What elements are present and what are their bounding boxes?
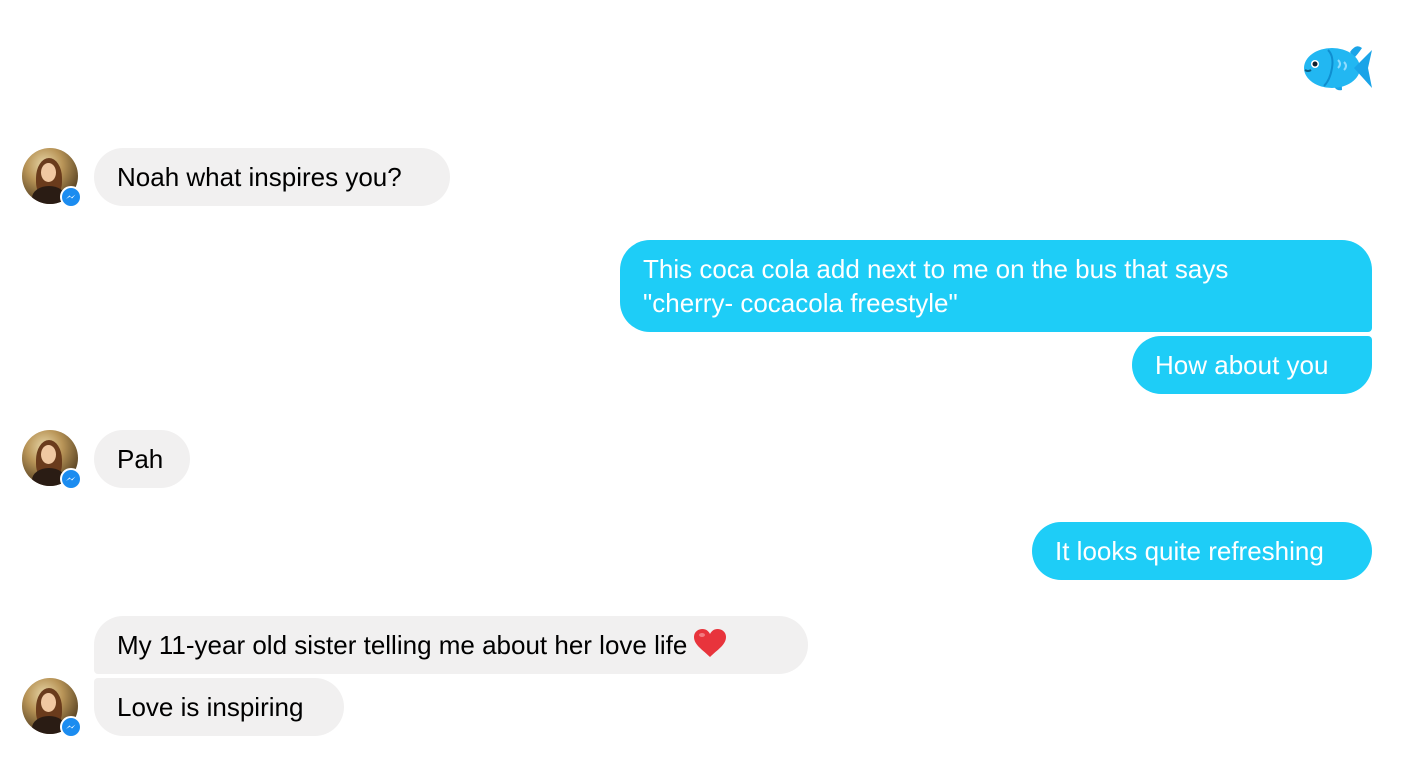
messenger-badge-icon <box>60 468 82 490</box>
message-bubble-incoming[interactable]: Pah <box>94 430 190 488</box>
messenger-badge-icon <box>60 716 82 738</box>
message-bubble-outgoing[interactable]: How about you <box>1132 336 1372 394</box>
fish-emoji-icon <box>1304 46 1372 91</box>
message-bubble-outgoing[interactable]: This coca cola add next to me on the bus… <box>620 240 1372 332</box>
message-bubble-incoming[interactable]: Noah what inspires you? <box>94 148 450 206</box>
message-text: My 11-year old sister telling me about h… <box>117 630 688 660</box>
messenger-badge-icon <box>60 186 82 208</box>
message-bubble-incoming[interactable]: My 11-year old sister telling me about h… <box>94 616 808 674</box>
message-bubble-outgoing[interactable]: It looks quite refreshing <box>1032 522 1372 580</box>
message-bubble-incoming[interactable]: Love is inspiring <box>94 678 344 736</box>
message-line: "cherry- cocacola freestyle" <box>643 288 958 318</box>
heart-emoji-icon <box>694 629 727 657</box>
message-line: This coca cola add next to me on the bus… <box>643 254 1229 284</box>
